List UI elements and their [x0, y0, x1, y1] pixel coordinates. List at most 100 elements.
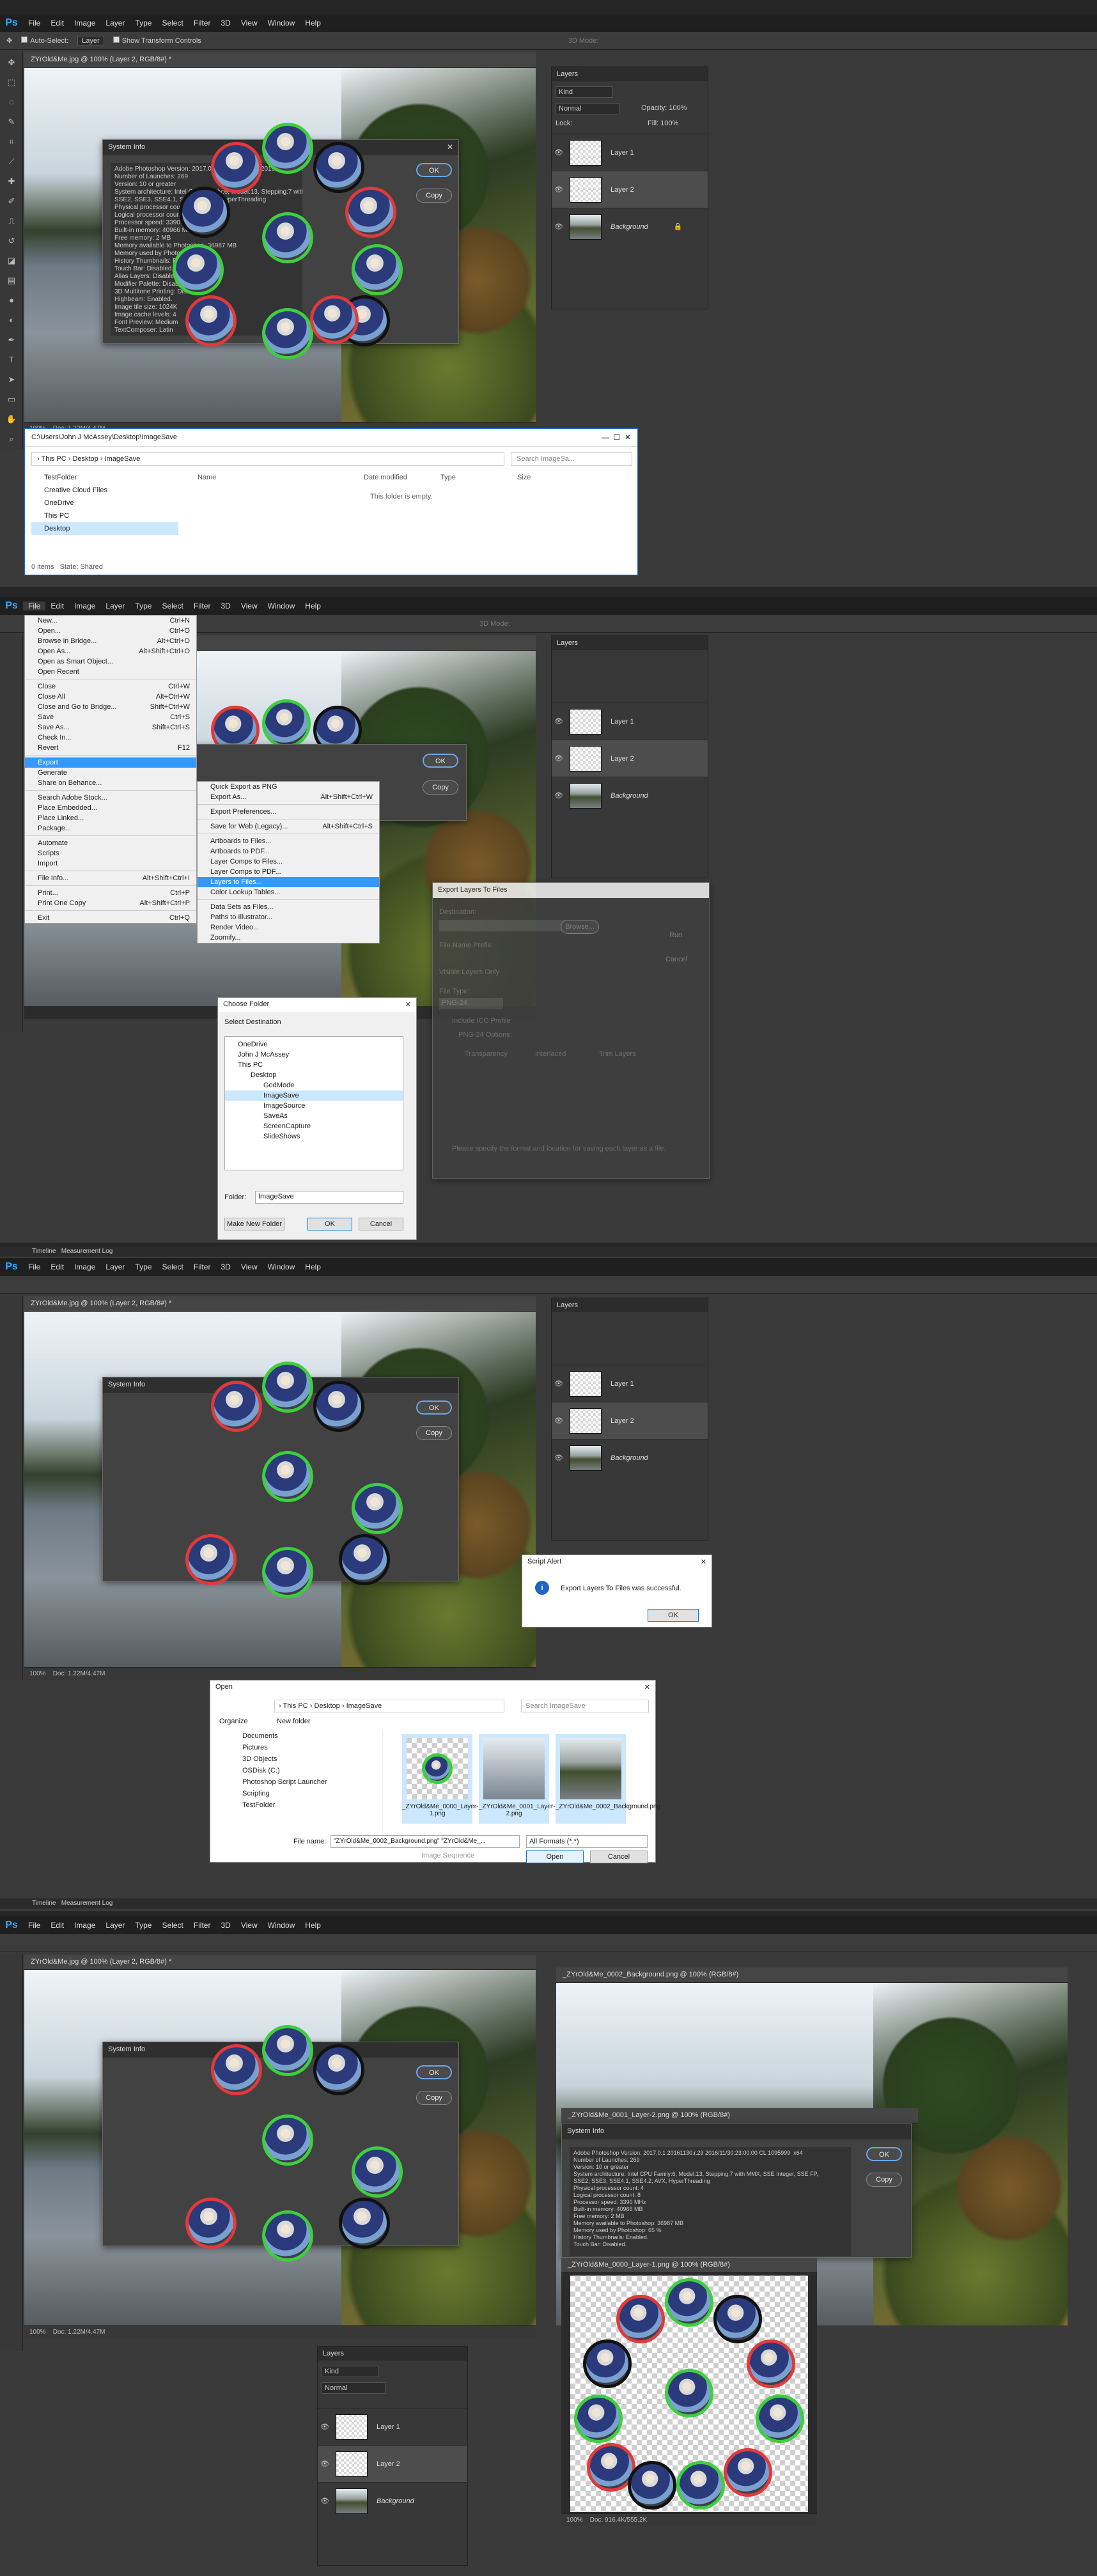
ok-button[interactable]: OK	[648, 1609, 699, 1622]
tree-item-selected[interactable]: ImageSave	[225, 1090, 403, 1101]
copy-button[interactable]: Copy	[416, 189, 452, 203]
layer-row[interactable]: 👁 Layer 2	[552, 171, 708, 208]
menu-type[interactable]: Type	[130, 1921, 157, 1930]
menu-item[interactable]: Check In...	[25, 733, 196, 743]
history-brush-icon[interactable]: ↺	[0, 231, 23, 251]
menu-item[interactable]: Close and Go to Bridge... Shift+Ctrl+W	[25, 702, 196, 712]
ok-button[interactable]: OK	[307, 1218, 352, 1230]
tree-item[interactable]: TestFolder	[31, 471, 178, 484]
eye-icon[interactable]: 👁	[318, 2497, 332, 2505]
cancel-button[interactable]: Cancel	[590, 1851, 648, 1863]
eye-icon[interactable]: 👁	[552, 1416, 566, 1425]
show-transform-checkbox[interactable]: Show Transform Controls	[113, 36, 201, 45]
tree-item[interactable]: SlideShows	[225, 1131, 403, 1142]
menu-view[interactable]: View	[236, 601, 263, 610]
menu-item[interactable]: Print... Ctrl+P	[25, 888, 196, 898]
tree-item[interactable]: This PC	[31, 509, 178, 522]
eye-icon[interactable]: 👁	[552, 222, 566, 231]
tree-item[interactable]: GodMode	[225, 1080, 403, 1090]
menu-item[interactable]: Color Lookup Tables...	[198, 887, 379, 897]
col-type[interactable]: Type	[440, 474, 517, 481]
tree-item[interactable]: Creative Cloud Files	[31, 484, 178, 497]
type-tool-icon[interactable]: T	[0, 350, 23, 369]
menu-item[interactable]: Open... Ctrl+O	[25, 626, 196, 636]
copy-button[interactable]: Copy	[866, 2173, 902, 2187]
menu-item[interactable]: Place Embedded...	[25, 803, 196, 813]
menu-image[interactable]: Image	[69, 601, 100, 610]
visible-only-checkbox[interactable]: Visible Layers Only	[439, 968, 499, 976]
menu-file[interactable]: File	[23, 1262, 45, 1271]
layer-row[interactable]: 👁 Background	[552, 777, 708, 814]
move-tool-icon[interactable]: ✥	[0, 52, 23, 72]
open-button[interactable]: Open	[526, 1851, 584, 1863]
menu-filter[interactable]: Filter	[189, 1262, 216, 1271]
menu-window[interactable]: Window	[263, 1262, 300, 1271]
hand-icon[interactable]: ✋	[0, 409, 23, 429]
format-select[interactable]: All Formats (*.*)	[526, 1835, 648, 1848]
menu-filter[interactable]: Filter	[189, 1921, 216, 1930]
pen-icon[interactable]: ✒	[0, 330, 23, 350]
menu-item[interactable]: Render Video...	[198, 922, 379, 933]
close-icon[interactable]: ✕	[405, 1000, 411, 1009]
transparency-checkbox[interactable]: Transparency	[465, 1050, 508, 1058]
menu-3d[interactable]: 3D	[215, 19, 235, 27]
menu-layer[interactable]: Layer	[100, 601, 130, 610]
interlaced-checkbox[interactable]: Interlaced	[535, 1050, 566, 1058]
menu-layer[interactable]: Layer	[100, 1262, 130, 1271]
menu-item[interactable]: Export As... Alt+Shift+Ctrl+W	[198, 792, 379, 802]
cancel-button[interactable]: Cancel	[665, 956, 687, 963]
menu-3d[interactable]: 3D	[215, 1921, 235, 1930]
menu-file[interactable]: File	[23, 601, 46, 610]
menu-layer[interactable]: Layer	[100, 1921, 130, 1930]
crop-tool-icon[interactable]: ⌗	[0, 132, 23, 151]
document-tab[interactable]: ZYrOld&Me.jpg @ 100% (Layer 2, RGB/8#) *	[24, 1955, 536, 1970]
eye-icon[interactable]: 👁	[318, 2423, 332, 2431]
lasso-tool-icon[interactable]: ◌	[0, 92, 23, 112]
tree-item[interactable]: John J McAssey	[225, 1050, 403, 1060]
measurement-tab[interactable]: Measurement Log	[61, 1248, 113, 1255]
document-tab[interactable]: ZYrOld&Me.jpg @ 100% (Layer 2, RGB/8#) *	[24, 52, 536, 68]
close-icon[interactable]: ✕	[447, 143, 453, 151]
menu-select[interactable]: Select	[157, 1921, 188, 1930]
timeline-tab[interactable]: Timeline	[32, 1248, 56, 1255]
eye-icon[interactable]: 👁	[552, 717, 566, 725]
menu-item[interactable]: Paths to Illustrator...	[198, 912, 379, 922]
menu-type[interactable]: Type	[130, 19, 157, 27]
menu-layer[interactable]: Layer	[100, 19, 130, 27]
marquee-tool-icon[interactable]: ⬚	[0, 72, 23, 92]
kind-filter[interactable]: Kind	[322, 2366, 379, 2377]
layer-row[interactable]: 👁 Layer 2	[318, 2445, 467, 2482]
menu-item[interactable]: New... Ctrl+N	[25, 616, 196, 626]
ok-button[interactable]: OK	[423, 754, 458, 768]
measurement-tab[interactable]: Measurement Log	[61, 1900, 113, 1907]
menu-item[interactable]: Artboards to Files...	[198, 836, 379, 846]
menu-item[interactable]: Save As... Shift+Ctrl+S	[25, 722, 196, 733]
copy-button[interactable]: Copy	[416, 2091, 452, 2105]
menu-item[interactable]: Export	[25, 757, 196, 768]
dodge-icon[interactable]: ◐	[0, 310, 23, 330]
trim-checkbox[interactable]: Trim Layers	[599, 1050, 636, 1058]
menu-item[interactable]: Open As... Alt+Shift+Ctrl+O	[25, 646, 196, 656]
eye-icon[interactable]: 👁	[552, 1379, 566, 1388]
cancel-button[interactable]: Cancel	[359, 1218, 403, 1230]
menu-item[interactable]: Quick Export as PNG	[198, 782, 379, 792]
menu-view[interactable]: View	[236, 19, 263, 27]
window-controls-icon[interactable]: — ☐ ✕	[602, 433, 631, 442]
menu-item[interactable]: Scripts	[25, 848, 196, 858]
menu-filter[interactable]: Filter	[189, 601, 216, 610]
layer-row[interactable]: 👁 Layer 1	[552, 134, 708, 171]
address-bar[interactable]: › This PC › Desktop › ImageSave	[31, 452, 504, 466]
layer-row[interactable]: 👁 Layer 1	[552, 702, 708, 740]
copy-button[interactable]: Copy	[416, 1426, 452, 1440]
tree-item[interactable]: 3D Objects	[217, 1753, 382, 1765]
layer-row[interactable]: 👁 Layer 1	[318, 2408, 467, 2445]
timeline-tab[interactable]: Timeline	[32, 1900, 56, 1907]
tree-item[interactable]: Documents	[217, 1730, 382, 1742]
tree-item[interactable]: Pictures	[217, 1742, 382, 1753]
menu-item[interactable]: Package...	[25, 823, 196, 834]
tree-item[interactable]: This PC	[225, 1060, 403, 1070]
menu-edit[interactable]: Edit	[45, 1262, 69, 1271]
eye-icon[interactable]: 👁	[552, 754, 566, 763]
eyedropper-icon[interactable]: ⟋	[0, 151, 23, 171]
copy-button[interactable]: Copy	[423, 780, 458, 795]
